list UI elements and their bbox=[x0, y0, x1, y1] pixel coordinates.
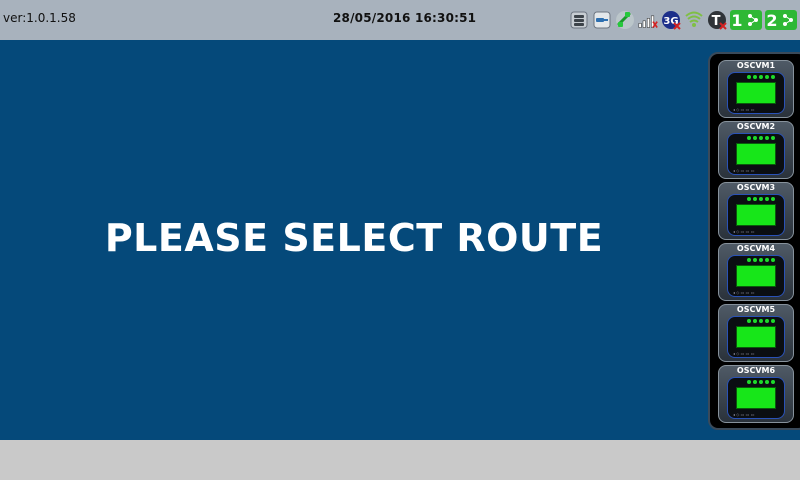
device-button-oscvm6[interactable]: OSCVM6 ◂ ◇ ▭ ▭ ▭ bbox=[718, 365, 794, 423]
database-icon[interactable] bbox=[569, 10, 589, 30]
select-route-prompt: PLEASE SELECT ROUTE bbox=[104, 216, 604, 260]
svg-text:1: 1 bbox=[731, 11, 742, 30]
svg-text:T: T bbox=[712, 14, 721, 29]
device-panel: OSCVM1 ◂ ◇ ▭ ▭ ▭ OSCVM2 ◂ ◇ ▭ ▭ ▭ OSCVM3… bbox=[708, 52, 800, 430]
device-icon: ◂ ◇ ▭ ▭ ▭ bbox=[727, 377, 785, 419]
3g-icon: 3G bbox=[661, 10, 681, 30]
device-icon: ◂ ◇ ▭ ▭ ▭ bbox=[727, 194, 785, 236]
device-icon: ◂ ◇ ▭ ▭ ▭ bbox=[727, 255, 785, 297]
status-icons: 3G T 1 2 bbox=[569, 9, 797, 31]
device-button-oscvm2[interactable]: OSCVM2 ◂ ◇ ▭ ▭ ▭ bbox=[718, 121, 794, 179]
device-label: OSCVM4 bbox=[736, 244, 776, 253]
device-icon: ◂ ◇ ▭ ▭ ▭ bbox=[727, 316, 785, 358]
signal-bars-icon bbox=[638, 10, 658, 30]
device-button-oscvm5[interactable]: OSCVM5 ◂ ◇ ▭ ▭ ▭ bbox=[718, 304, 794, 362]
device-icon: ◂ ◇ ▭ ▭ ▭ bbox=[727, 72, 785, 114]
bottom-bar bbox=[0, 440, 800, 480]
device-label: OSCVM1 bbox=[736, 61, 776, 70]
connector-icon[interactable] bbox=[592, 10, 612, 30]
version-label: ver:1.0.1.58 bbox=[3, 11, 76, 25]
date-time: 28/05/2016 16:30:51 bbox=[333, 11, 477, 25]
device-button-oscvm4[interactable]: OSCVM4 ◂ ◇ ▭ ▭ ▭ bbox=[718, 243, 794, 301]
top-status-bar: ver:1.0.1.58 28/05/2016 16:30:51 3G T 1 … bbox=[0, 0, 800, 40]
route-2-icon[interactable]: 2 bbox=[765, 10, 797, 30]
svg-text:2: 2 bbox=[766, 11, 777, 30]
device-icon: ◂ ◇ ▭ ▭ ▭ bbox=[727, 133, 785, 175]
t-status-icon: T bbox=[707, 10, 727, 30]
device-label: OSCVM3 bbox=[736, 183, 776, 192]
device-label: OSCVM5 bbox=[736, 305, 776, 314]
satellite-icon[interactable] bbox=[615, 10, 635, 30]
device-button-oscvm1[interactable]: OSCVM1 ◂ ◇ ▭ ▭ ▭ bbox=[718, 60, 794, 118]
route-1-icon[interactable]: 1 bbox=[730, 10, 762, 30]
device-label: OSCVM6 bbox=[736, 366, 776, 375]
device-button-oscvm3[interactable]: OSCVM3 ◂ ◇ ▭ ▭ ▭ bbox=[718, 182, 794, 240]
wifi-icon bbox=[684, 10, 704, 30]
device-label: OSCVM2 bbox=[736, 122, 776, 131]
main-panel: PLEASE SELECT ROUTE bbox=[0, 40, 800, 440]
